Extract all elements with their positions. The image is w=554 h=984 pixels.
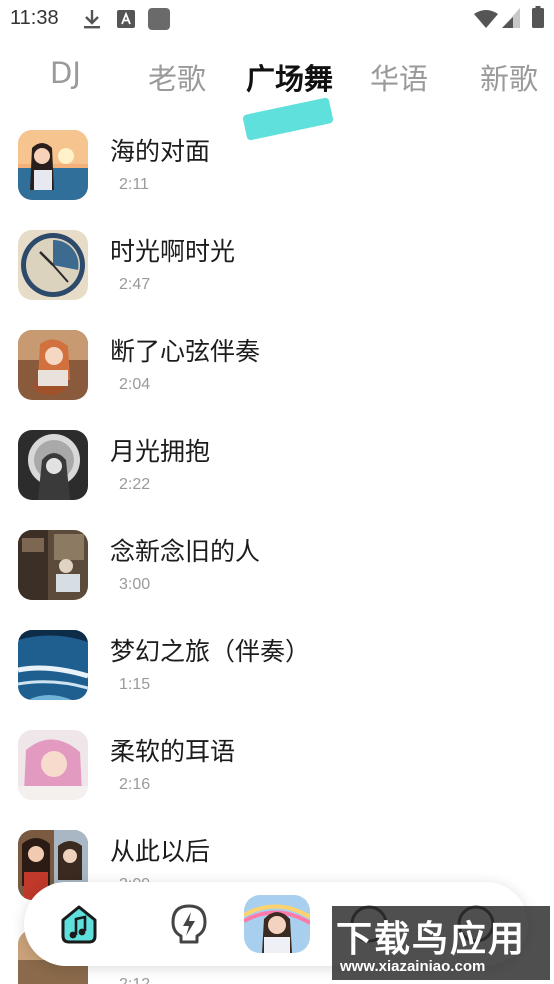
song-duration: 2:04 bbox=[119, 376, 151, 393]
tab-chinese[interactable]: 华语 bbox=[370, 56, 428, 98]
song-cover bbox=[18, 130, 88, 200]
status-bar: 11:38 bbox=[0, 0, 554, 38]
list-item[interactable]: 月光拥抱 2:22 bbox=[0, 418, 554, 518]
lightning-icon[interactable] bbox=[167, 902, 211, 946]
song-duration: 2:47 bbox=[119, 276, 151, 293]
song-duration: 1:15 bbox=[119, 676, 151, 693]
music-note-icon[interactable] bbox=[57, 902, 101, 946]
tab-new-songs[interactable]: 新歌 bbox=[480, 56, 538, 98]
now-playing-cover[interactable] bbox=[244, 895, 310, 953]
watermark-title: 下载鸟应用 bbox=[336, 919, 527, 960]
tab-dj[interactable]: DJ bbox=[50, 56, 81, 90]
list-item[interactable]: 断了心弦伴奏 2:04 bbox=[0, 318, 554, 418]
list-item[interactable]: 梦幻之旅（伴奏） 1:15 bbox=[0, 618, 554, 718]
song-duration: 2:12 bbox=[119, 976, 150, 984]
wifi-icon bbox=[474, 10, 498, 28]
song-cover bbox=[18, 730, 88, 800]
song-title: 从此以后 bbox=[110, 837, 211, 866]
song-title: 月光拥抱 bbox=[110, 437, 211, 466]
list-item[interactable]: 念新念旧的人 3:00 bbox=[0, 518, 554, 618]
song-title: 时光啊时光 bbox=[110, 237, 236, 266]
song-duration: 2:22 bbox=[119, 476, 151, 493]
app-square-icon bbox=[148, 8, 170, 30]
status-time: 11:38 bbox=[10, 7, 59, 29]
list-item[interactable]: 海的对面 2:11 bbox=[0, 118, 554, 218]
list-item[interactable]: 时光啊时光 2:47 bbox=[0, 218, 554, 318]
song-cover bbox=[18, 630, 88, 700]
signal-icon bbox=[502, 8, 520, 28]
song-cover bbox=[18, 430, 88, 500]
song-duration: 3:00 bbox=[119, 576, 151, 593]
watermark-url: www.xiazainiao.com bbox=[340, 958, 486, 975]
keyboard-a-icon bbox=[117, 10, 135, 28]
song-title: 念新念旧的人 bbox=[110, 537, 261, 566]
category-tabs: DJ 老歌 广场舞 华语 新歌 bbox=[0, 48, 554, 141]
song-title: 海的对面 bbox=[110, 137, 211, 166]
song-cover bbox=[18, 530, 88, 600]
watermark: 下载鸟应用 www.xiazainiao.com bbox=[332, 906, 550, 980]
download-icon bbox=[84, 10, 100, 29]
song-duration: 2:11 bbox=[119, 176, 149, 193]
song-duration: 2:16 bbox=[119, 776, 151, 793]
song-title: 梦幻之旅（伴奏） bbox=[110, 637, 311, 666]
song-cover bbox=[18, 330, 88, 400]
list-item[interactable]: 柔软的耳语 2:16 bbox=[0, 718, 554, 818]
tab-square-dance[interactable]: 广场舞 bbox=[246, 56, 333, 98]
song-title: 柔软的耳语 bbox=[110, 737, 236, 766]
tab-oldies[interactable]: 老歌 bbox=[148, 56, 206, 98]
song-cover bbox=[18, 230, 88, 300]
song-title: 断了心弦伴奏 bbox=[110, 337, 261, 366]
battery-icon bbox=[532, 6, 544, 28]
